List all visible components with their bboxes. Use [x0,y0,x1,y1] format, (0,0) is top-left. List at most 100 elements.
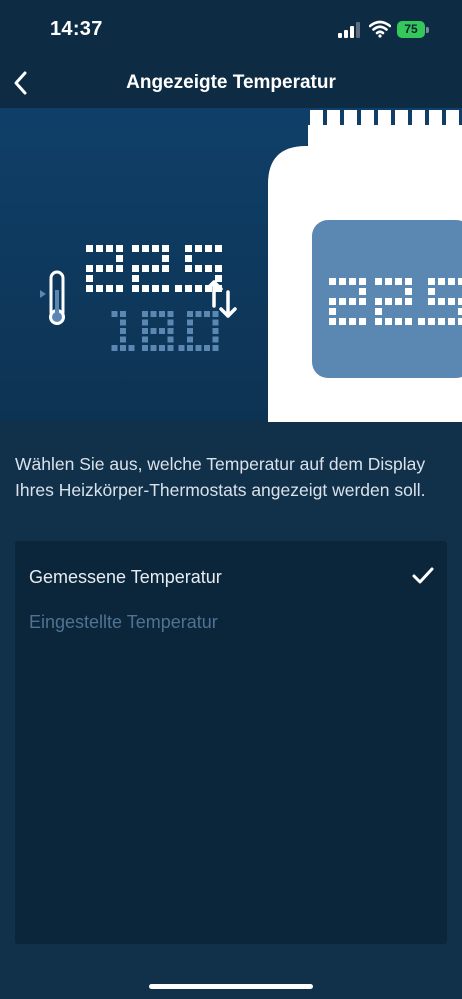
digit-dot [349,318,356,325]
option-measured-temperature[interactable]: Gemessene Temperatur [15,555,447,599]
digit-dot [116,255,123,262]
home-indicator [149,984,313,989]
digit-dot [428,288,435,295]
digit-dot [96,265,103,272]
digit-dot [405,288,412,295]
digit-dot [187,345,193,351]
thermostat-illustration [0,108,462,422]
digit-dot [167,328,174,334]
digit-dot [385,278,392,285]
digit-dot [205,245,212,252]
digit-dot [212,345,219,351]
digit-dot [428,278,435,285]
digit-dot [162,245,169,252]
decimal-point [178,345,185,351]
digit-dot [111,311,118,317]
digit-dot [329,318,336,325]
wifi-icon [369,20,391,38]
digit-dot [185,255,192,262]
digit-dot [185,265,192,272]
digit-dot [167,336,174,343]
digit-dot [116,245,123,252]
digit-dot [204,311,210,317]
digit-dot [405,298,412,305]
digit-dot [142,285,149,292]
digit-dot [359,318,366,325]
illustration-canvas [40,110,462,422]
digit-dot [162,285,169,292]
digit-dot [142,319,148,326]
digit-dot [187,311,193,317]
digit-dot [132,245,139,252]
digit-dot [128,345,135,351]
digit-dot [395,298,402,305]
digit-dot [106,285,113,292]
digit-dot [195,345,202,351]
digit-dot [159,328,165,334]
digit-dot [204,345,210,351]
digit-dot [448,278,455,285]
digit-dot [205,265,212,272]
digit-dot [349,278,356,285]
digit-dot [116,285,123,292]
digit-dot [375,308,382,315]
digit-dot [185,285,192,292]
digit-dot [152,285,159,292]
temperature-options-list: Gemessene Temperatur Eingestellte Temper… [15,541,447,944]
digit-dot [195,245,202,252]
digit-dot [167,319,174,326]
cap-segment [344,110,357,125]
digit-dot [120,319,126,326]
set-temperature-readout [111,311,219,351]
digit-dot [187,319,193,326]
swap-arrows-icon [205,280,237,318]
digit-dot [152,245,159,252]
digit-dot [339,318,346,325]
digit-dot [329,308,336,315]
status-bar: 14:37 75 [0,0,462,58]
digit-dot [111,345,118,351]
cap-segment [429,110,442,125]
digit-dot [349,298,356,305]
cap-segment [395,110,408,125]
option-label: Gemessene Temperatur [29,567,222,587]
digit-dot [167,345,174,351]
digit-dot [212,311,219,317]
digit-dot [86,245,93,252]
digit-dot [329,298,336,305]
digit-dot [187,328,193,334]
digit-dot [142,245,149,252]
cap-segment [310,110,323,125]
digit-dot [428,318,435,325]
digit-dot [359,278,366,285]
digit-dot [159,345,165,351]
digit-dot [448,298,455,305]
digit-dot [142,311,148,317]
digit-dot [375,278,382,285]
digit-dot [215,275,222,282]
cellular-signal-icon [338,22,360,38]
battery-icon: 75 [397,21,431,39]
digit-dot [167,311,174,317]
thermostat-device [268,110,462,422]
digit-dot [132,275,139,282]
battery-level: 75 [397,21,425,38]
digit-dot [448,318,455,325]
digit-dot [142,265,149,272]
digit-dot [96,245,103,252]
digit-dot [120,328,126,334]
cap-segment [378,110,391,125]
digit-dot [215,265,222,272]
digit-dot [142,345,148,351]
digit-dot [375,318,382,325]
digit-dot [96,285,103,292]
digit-dot [150,328,157,334]
option-label: Eingestellte Temperatur [29,612,218,632]
description-text: Wählen Sie aus, welche Temperatur auf de… [15,454,426,500]
cap-segment [327,110,340,125]
option-set-temperature[interactable]: Eingestellte Temperatur [15,600,447,644]
digit-dot [428,298,435,305]
digit-dot [215,245,222,252]
digit-dot [212,319,219,326]
digit-dot [159,311,165,317]
